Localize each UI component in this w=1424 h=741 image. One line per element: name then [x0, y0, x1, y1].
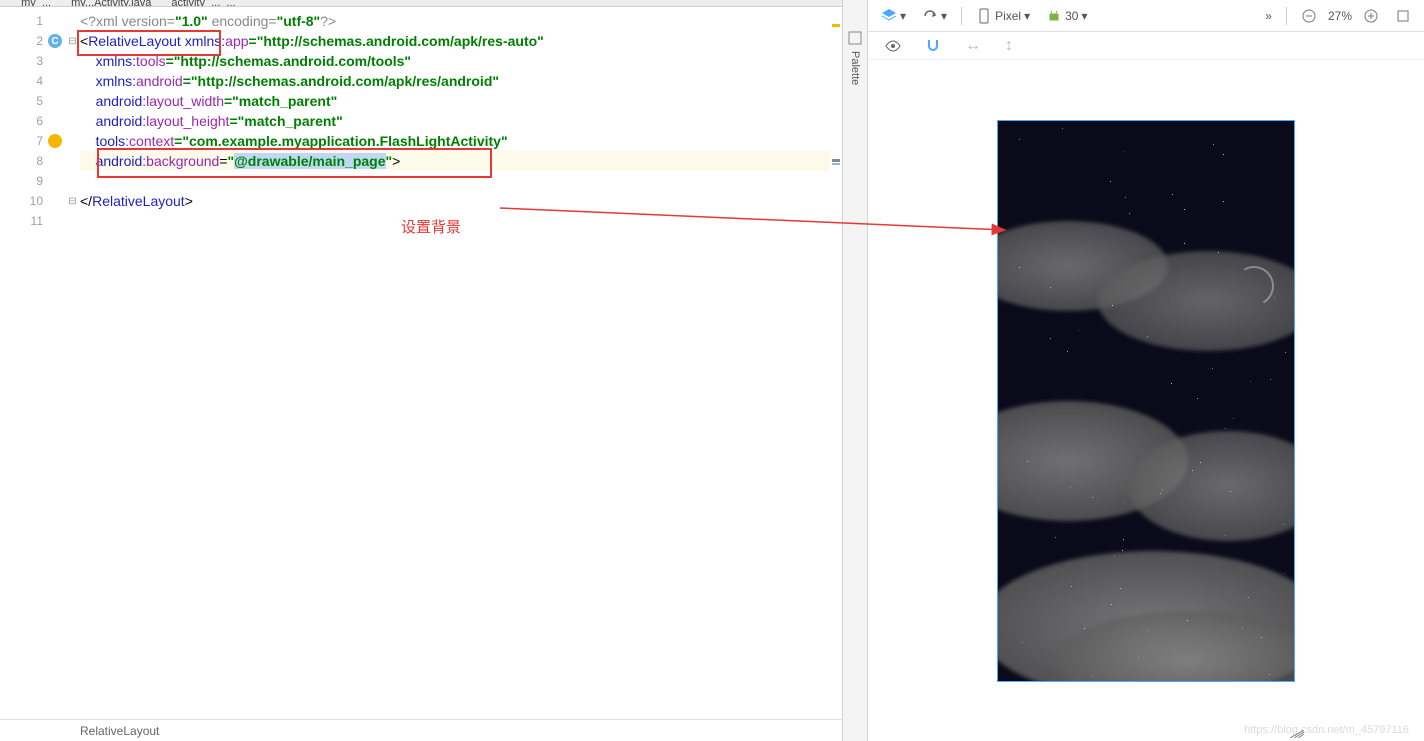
error-stripe[interactable] [830, 7, 842, 719]
android-icon [1046, 8, 1062, 24]
breadcrumb-item[interactable]: RelativeLayout [80, 724, 159, 738]
tab-item[interactable]: _my_... [5, 0, 61, 7]
preview-panel: Palette ▾ ▾ Pixel▾ 30▾ [843, 0, 1424, 741]
view-options-button[interactable] [880, 36, 906, 56]
preview-canvas[interactable] [868, 60, 1424, 741]
device-dropdown[interactable]: Pixel▾ [971, 6, 1035, 26]
preview-toolbar: ▾ ▾ Pixel▾ 30▾ » [868, 0, 1424, 32]
editor-tabs: _my_... my...Activity.java activity_..._… [0, 0, 842, 7]
magnet-button[interactable] [920, 36, 946, 56]
eye-icon [885, 38, 901, 54]
palette-icon [847, 30, 863, 46]
zoom-in-button[interactable] [1358, 6, 1384, 26]
background-preview [998, 121, 1294, 681]
expand-vertical-button[interactable]: ↕ [1000, 35, 1018, 57]
zoom-fit-button[interactable] [1390, 6, 1416, 26]
device-frame[interactable] [997, 120, 1295, 682]
more-overflow[interactable]: » [1260, 7, 1277, 25]
orientation-dropdown[interactable]: ▾ [917, 6, 952, 26]
phone-icon [976, 8, 992, 24]
zoom-in-icon [1363, 8, 1379, 24]
watermark: https://blog.csdn.net/m_45797116 [1244, 724, 1409, 736]
api-dropdown[interactable]: 30▾ [1041, 6, 1092, 26]
code-lines[interactable]: <?xml version="1.0" encoding="utf-8"?><R… [80, 7, 842, 719]
palette-label: Palette [849, 51, 861, 85]
fold-bar: ⊟⊟ [65, 7, 80, 719]
zoom-value: 27% [1328, 9, 1352, 23]
palette-sidebar[interactable]: Palette [843, 0, 868, 741]
expand-horizontal-button[interactable]: ↔ [960, 35, 986, 57]
orientation-icon [922, 8, 938, 24]
editor-panel: _my_... my...Activity.java activity_..._… [0, 0, 843, 741]
preview-toolbar-secondary: ↔ ↕ [868, 32, 1424, 60]
magnet-icon [925, 38, 941, 54]
layers-icon [881, 8, 897, 24]
annotation-text: 设置背景 [401, 216, 461, 237]
zoom-out-button[interactable] [1296, 6, 1322, 26]
tab-item[interactable]: activity_..._... [161, 0, 245, 7]
tab-item[interactable]: my...Activity.java [61, 0, 161, 7]
zoom-out-icon [1301, 8, 1317, 24]
breadcrumb-bar: RelativeLayout [0, 719, 842, 741]
zoom-fit-icon [1395, 8, 1411, 24]
code-editor[interactable]: 12C34567891011 ⊟⊟ <?xml version="1.0" en… [0, 7, 842, 719]
gutter: 12C34567891011 [0, 7, 65, 719]
design-surface-dropdown[interactable]: ▾ [876, 6, 911, 26]
